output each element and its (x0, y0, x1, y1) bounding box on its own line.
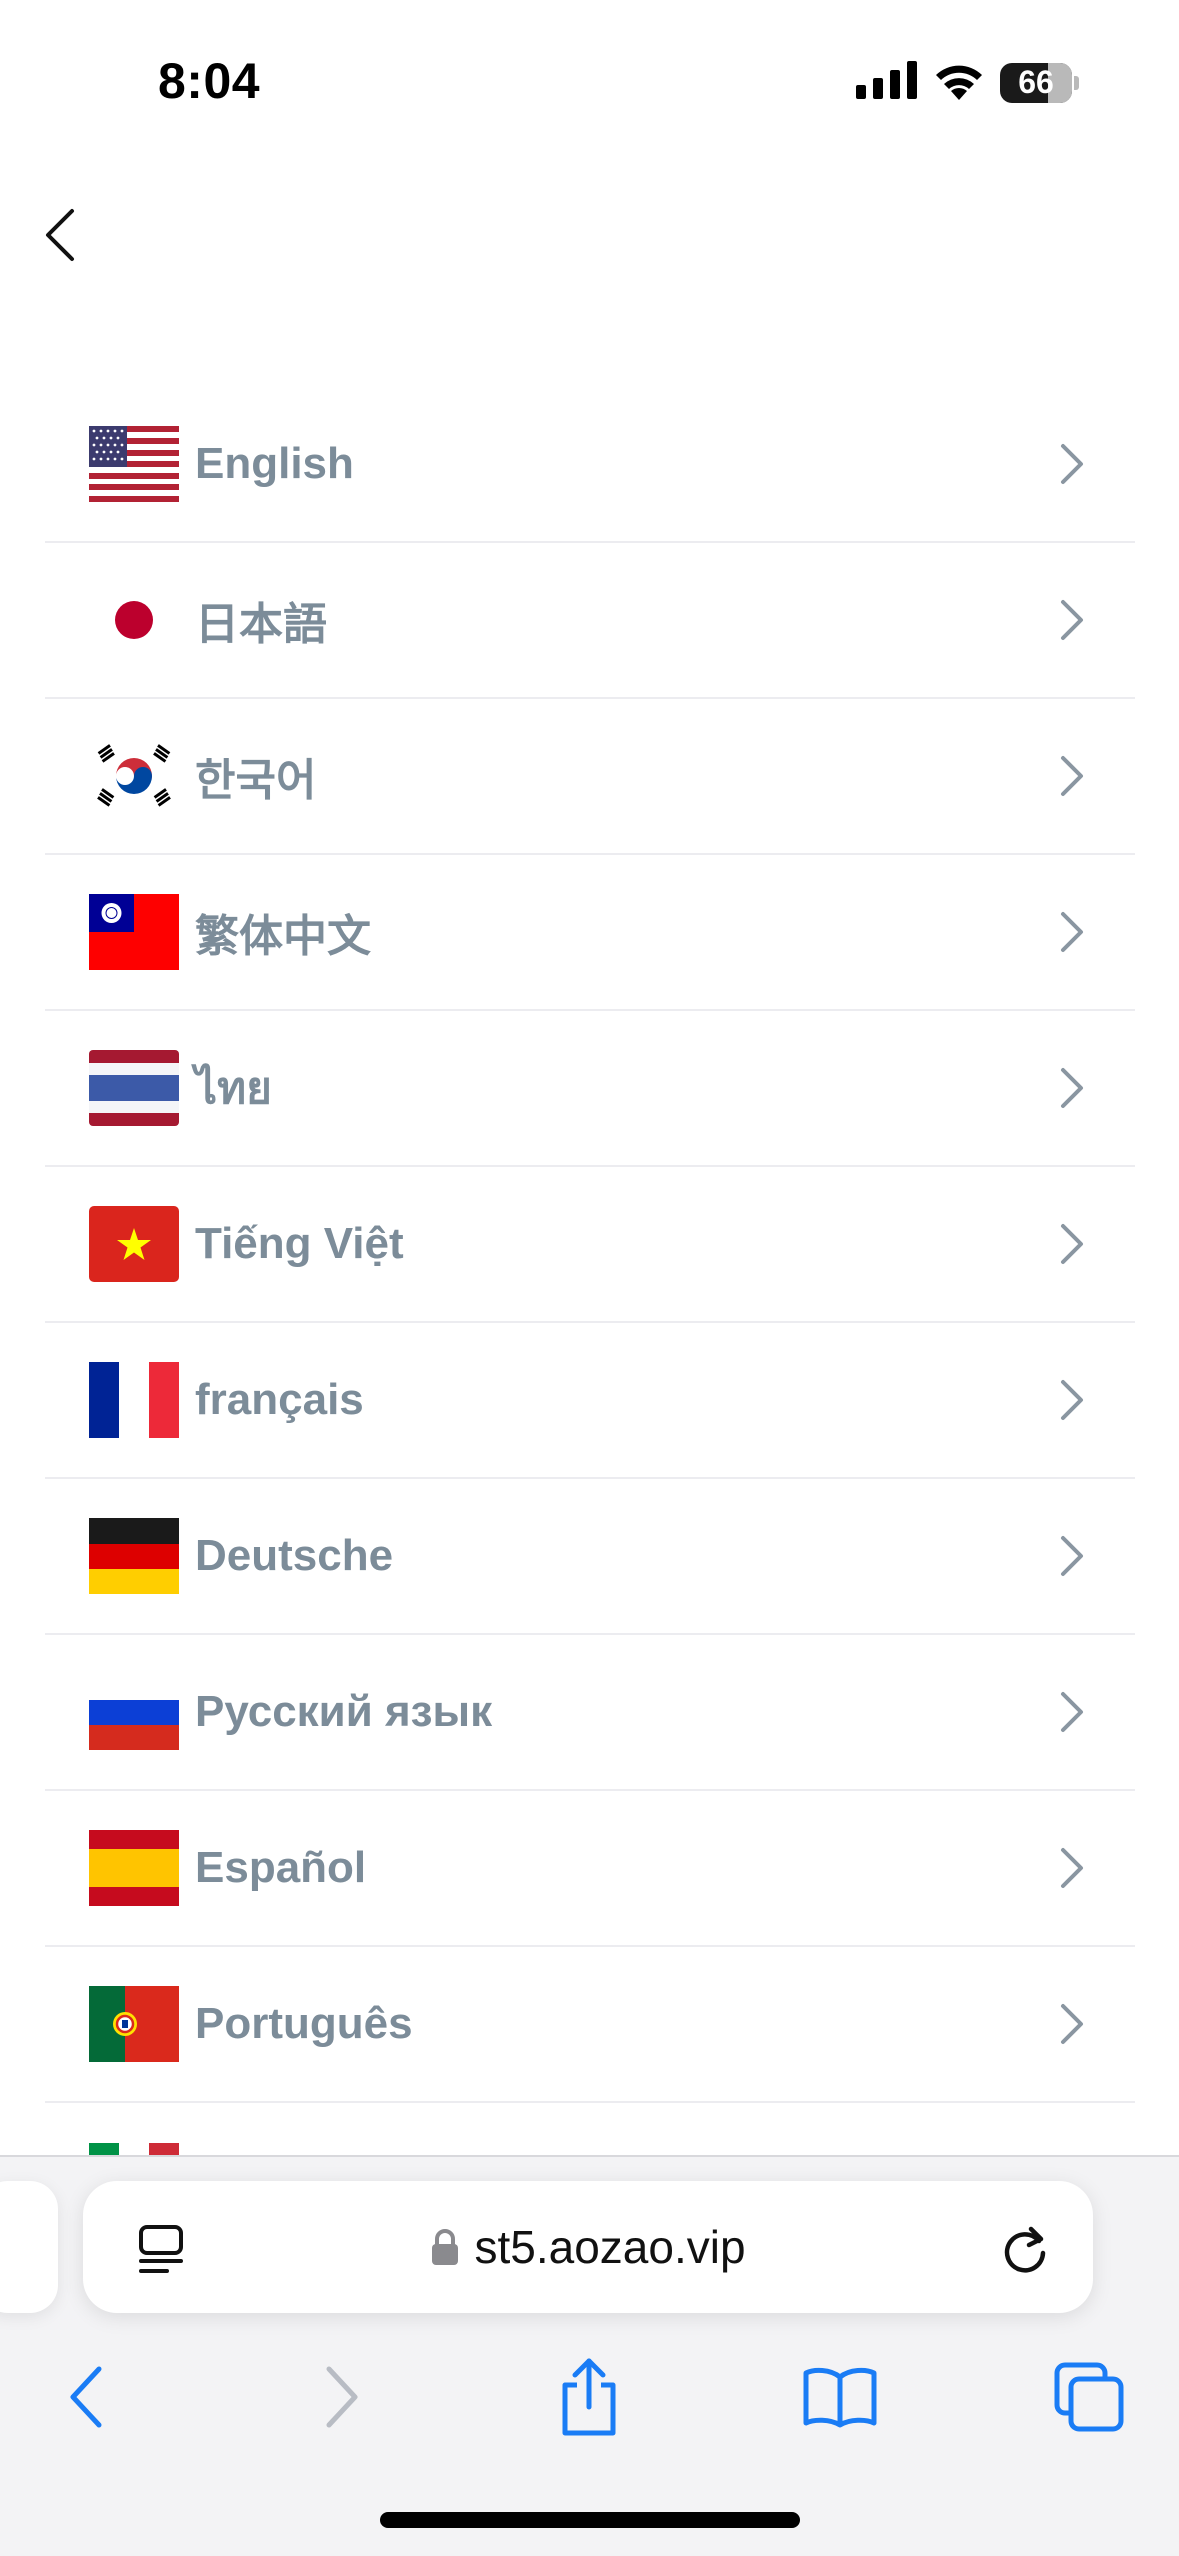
spain-flag-icon (89, 1830, 179, 1906)
battery-icon: 66 (1000, 62, 1072, 103)
thailand-flag-icon (89, 1050, 179, 1126)
screen: 8:04 66 English 日本語 한국어 繁体中文 ไทย Tiếng V… (0, 0, 1179, 2556)
portugal-flag-icon (89, 1986, 179, 2062)
chevron-right-icon (1054, 1063, 1090, 1113)
forward-nav-button[interactable] (296, 2347, 386, 2447)
browser-bottom-bar: st5.aozao.vip (0, 2155, 1179, 2556)
status-bar: 8:04 66 (0, 0, 1179, 150)
bookmarks-icon (803, 2367, 877, 2428)
chevron-right-icon (1054, 907, 1090, 957)
cellular-signal-icon (856, 61, 918, 104)
language-label: 日本語 (195, 600, 327, 649)
bookmarks-button[interactable] (795, 2347, 885, 2447)
language-label: Русский язык (195, 1687, 493, 1736)
url-text: st5.aozao.vip (474, 2221, 746, 2273)
share-icon (562, 2358, 616, 2436)
back-button[interactable] (30, 200, 90, 270)
language-item-traditional-chinese[interactable]: 繁体中文 (45, 855, 1135, 1011)
language-list: English 日本語 한국어 繁体中文 ไทย Tiếng Việt fran… (45, 387, 1135, 2259)
language-item-japanese[interactable]: 日本語 (45, 543, 1135, 699)
language-label: Português (195, 1999, 413, 2048)
language-label: français (195, 1375, 364, 1424)
chevron-right-icon (1054, 595, 1090, 645)
lock-icon (430, 2228, 460, 2266)
language-item-german[interactable]: Deutsche (45, 1479, 1135, 1635)
back-icon (70, 2366, 102, 2428)
chevron-right-icon (1054, 1531, 1090, 1581)
chevron-right-icon (1054, 751, 1090, 801)
language-label: 繁体中文 (195, 912, 371, 961)
language-label: Deutsche (195, 1531, 394, 1580)
previous-tab-preview[interactable] (0, 2181, 58, 2313)
home-indicator[interactable] (380, 2512, 800, 2528)
language-label: Español (195, 1843, 367, 1892)
language-item-french[interactable]: français (45, 1323, 1135, 1479)
address-center: st5.aozao.vip (83, 2181, 1093, 2313)
language-item-thai[interactable]: ไทย (45, 1011, 1135, 1167)
back-nav-button[interactable] (42, 2347, 132, 2447)
chevron-right-icon (1054, 1219, 1090, 1269)
language-item-portuguese[interactable]: Português (45, 1947, 1135, 2103)
chevron-right-icon (1054, 1687, 1090, 1737)
forward-icon (326, 2366, 358, 2428)
language-item-vietnamese[interactable]: Tiếng Việt (45, 1167, 1135, 1323)
battery-tip (1074, 75, 1079, 90)
language-item-spanish[interactable]: Español (45, 1791, 1135, 1947)
language-label: Tiếng Việt (195, 1219, 404, 1268)
language-label: English (195, 439, 354, 488)
chevron-left-icon (46, 209, 74, 261)
vietnam-flag-icon (89, 1206, 179, 1282)
korea-flag-icon (89, 738, 179, 814)
language-item-russian[interactable]: Русский язык (45, 1635, 1135, 1791)
language-label: 한국어 (195, 756, 317, 805)
chevron-right-icon (1054, 439, 1090, 489)
browser-toolbar (0, 2347, 1179, 2467)
us-flag-icon (89, 426, 179, 502)
russia-flag-icon (89, 1674, 179, 1750)
taiwan-flag-icon (89, 894, 179, 970)
language-item-english[interactable]: English (45, 387, 1135, 543)
status-time: 8:04 (158, 53, 261, 109)
address-bar[interactable]: st5.aozao.vip (83, 2181, 1093, 2313)
chevron-right-icon (1054, 1375, 1090, 1425)
chevron-right-icon (1054, 1999, 1090, 2049)
france-flag-icon (89, 1362, 179, 1438)
chevron-right-icon (1054, 1843, 1090, 1893)
tabs-icon (1054, 2362, 1124, 2432)
wifi-icon (932, 60, 986, 105)
status-icons: 66 (856, 60, 1079, 105)
tabs-button[interactable] (1044, 2347, 1134, 2447)
japan-flag-icon (89, 582, 179, 658)
germany-flag-icon (89, 1518, 179, 1594)
share-button[interactable] (544, 2347, 634, 2447)
language-label: ไทย (195, 1064, 272, 1113)
language-item-korean[interactable]: 한국어 (45, 699, 1135, 855)
battery-level: 66 (1018, 64, 1054, 100)
reload-icon[interactable] (995, 2219, 1055, 2279)
